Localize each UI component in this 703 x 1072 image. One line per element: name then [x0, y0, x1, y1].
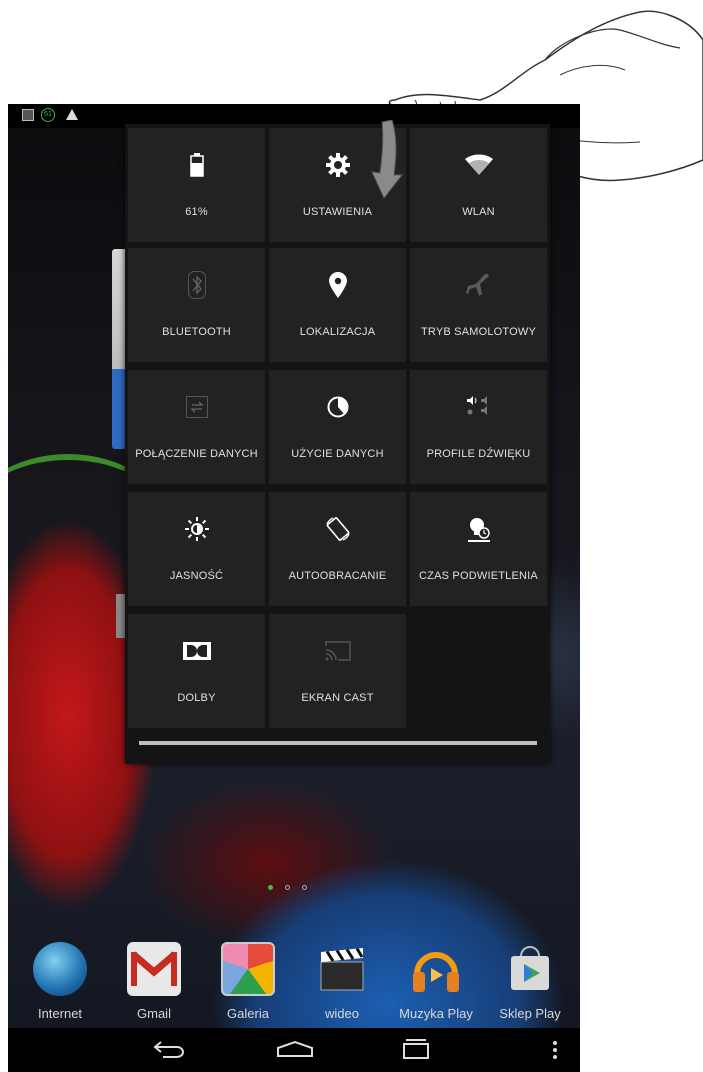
- tile-label: POŁĄCZENIE DANYCH: [135, 448, 258, 460]
- app-label: Sklep Play: [499, 1006, 561, 1021]
- page-dot[interactable]: [285, 885, 290, 890]
- quick-settings-panel: 61% USTAWIENIA WLAN BLUETOOTH LOKALIZACJ…: [125, 124, 550, 764]
- brightness-icon: [128, 514, 265, 544]
- app-label: wideo: [325, 1006, 359, 1021]
- sound-profiles-icon: [410, 392, 547, 422]
- video-clapper-icon: [315, 942, 369, 996]
- tile-label: EKRAN CAST: [301, 692, 374, 704]
- headphones-icon: [409, 942, 463, 996]
- swipe-down-arrow-icon: [371, 120, 404, 199]
- tile-label: PROFILE DŹWIĘKU: [426, 448, 531, 460]
- app-play-music[interactable]: Muzyka Play: [396, 938, 476, 1021]
- data-connection-icon: [128, 392, 265, 422]
- page-indicator: [268, 885, 307, 890]
- globe-icon: [33, 942, 87, 996]
- tile-label: USTAWIENIA: [302, 206, 373, 218]
- gallery-icon: [221, 942, 275, 996]
- location-pin-icon: [269, 270, 406, 300]
- play-store-icon: [503, 942, 557, 996]
- warning-icon: [66, 109, 78, 120]
- battery-status-icon: 61: [41, 108, 55, 122]
- tile-screen-timeout[interactable]: CZAS PODWIETLENIA: [410, 492, 547, 606]
- page-dot-active[interactable]: [268, 885, 273, 890]
- app-internet[interactable]: Internet: [20, 938, 100, 1021]
- app-gmail[interactable]: Gmail: [114, 938, 194, 1021]
- back-icon[interactable]: [153, 1038, 187, 1065]
- tile-label: DOLBY: [177, 692, 216, 704]
- tile-location[interactable]: LOKALIZACJA: [269, 248, 406, 362]
- tile-label: UŻYCIE DANYCH: [291, 448, 384, 460]
- battery-icon: [128, 150, 265, 180]
- tile-cast-screen[interactable]: EKRAN CAST: [269, 614, 406, 728]
- menu-icon[interactable]: [552, 1040, 558, 1065]
- gmail-icon: [127, 942, 181, 996]
- airplane-icon: [410, 270, 547, 300]
- app-video[interactable]: wideo: [302, 938, 382, 1021]
- tile-label: JASNOŚĆ: [169, 570, 224, 582]
- tile-dolby[interactable]: DOLBY: [128, 614, 265, 728]
- screen-timeout-icon: [410, 514, 547, 544]
- recents-icon[interactable]: [400, 1038, 432, 1065]
- tile-brightness[interactable]: JASNOŚĆ: [128, 492, 265, 606]
- tile-label: WLAN: [462, 206, 495, 218]
- data-usage-icon: [269, 392, 406, 422]
- tile-bluetooth[interactable]: BLUETOOTH: [128, 248, 265, 362]
- device-screen: 61 61% USTAWIENIA WLAN BLUETOOTH LOKALIZ…: [8, 104, 580, 1072]
- auto-rotate-icon: [269, 514, 406, 544]
- tile-airplane-mode[interactable]: TRYB SAMOLOTOWY: [410, 248, 547, 362]
- tile-data-connection[interactable]: POŁĄCZENIE DANYCH: [128, 370, 265, 484]
- tile-data-usage[interactable]: UŻYCIE DANYCH: [269, 370, 406, 484]
- app-dock: Internet Gmail Galeria wideo Muzyka Play: [8, 938, 580, 1028]
- tile-label: CZAS PODWIETLENIA: [419, 570, 538, 582]
- tile-label: AUTOOBRACANIE: [288, 570, 387, 582]
- app-label: Gmail: [137, 1006, 171, 1021]
- tile-wlan[interactable]: WLAN: [410, 128, 547, 242]
- cast-screen-icon: [269, 636, 406, 666]
- tile-battery[interactable]: 61%: [128, 128, 265, 242]
- tile-sound-profiles[interactable]: PROFILE DŹWIĘKU: [410, 370, 547, 484]
- app-label: Muzyka Play: [399, 1006, 473, 1021]
- home-icon[interactable]: [276, 1040, 314, 1063]
- app-label: Internet: [37, 1006, 83, 1021]
- bluetooth-icon: [128, 270, 265, 300]
- tile-label: BLUETOOTH: [162, 326, 231, 338]
- app-label: Galeria: [227, 1006, 269, 1021]
- page-dot[interactable]: [302, 885, 307, 890]
- tile-auto-rotate[interactable]: AUTOOBRACANIE: [269, 492, 406, 606]
- app-play-store[interactable]: Sklep Play: [490, 938, 570, 1021]
- panel-drag-handle[interactable]: [139, 741, 537, 745]
- battery-level-text: 61: [44, 111, 52, 118]
- navigation-bar: [8, 1028, 580, 1072]
- app-gallery[interactable]: Galeria: [208, 938, 288, 1021]
- dolby-icon: [128, 636, 265, 666]
- tile-label: 61%: [185, 206, 208, 218]
- wifi-icon: [410, 150, 547, 180]
- tile-label: TRYB SAMOLOTOWY: [420, 326, 537, 338]
- tile-label: LOKALIZACJA: [299, 326, 376, 338]
- home-widget-edge[interactable]: [112, 249, 126, 449]
- image-notification-icon: [22, 109, 34, 121]
